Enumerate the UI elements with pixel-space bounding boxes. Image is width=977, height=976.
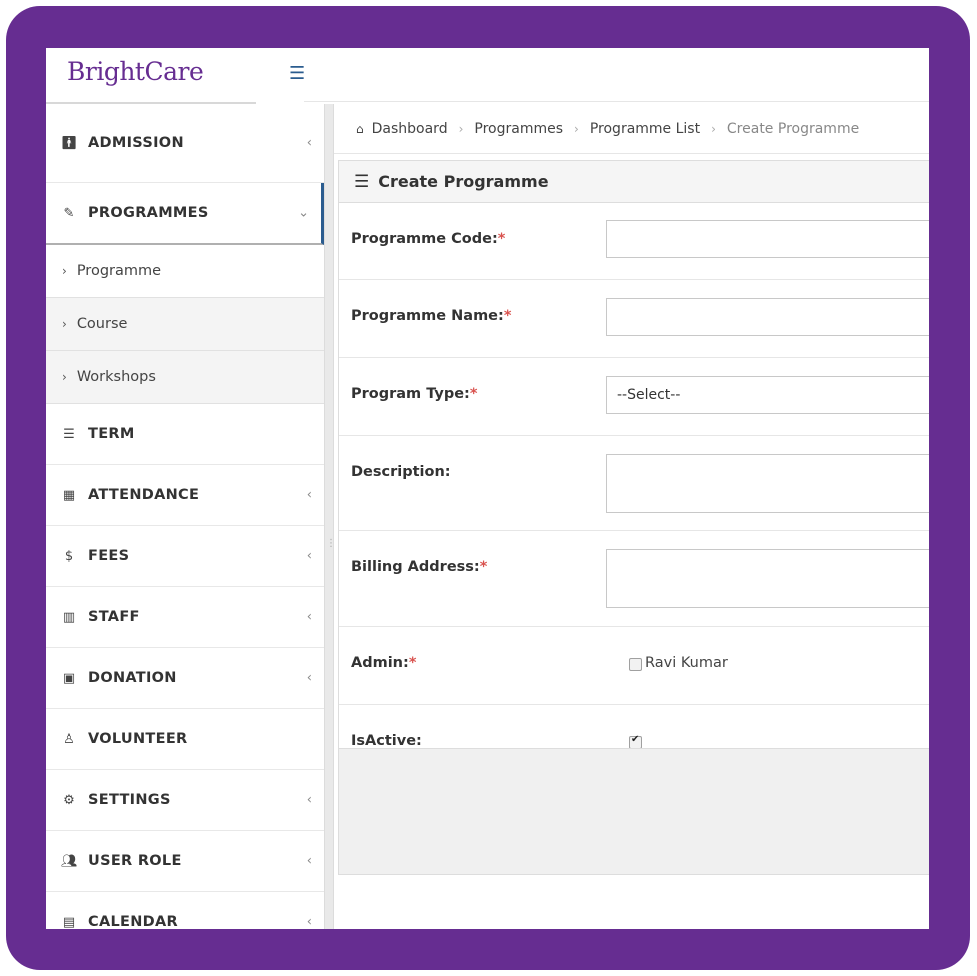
sidebar-item-label: DONATION bbox=[88, 670, 177, 686]
list-icon: ☰ bbox=[63, 426, 75, 442]
sidebar-item-programmes[interactable]: ✎ PROGRAMMES ⌄ bbox=[46, 183, 324, 245]
breadcrumb-current: Create Programme bbox=[726, 120, 860, 137]
dollar-icon: $ bbox=[64, 548, 74, 564]
table-icon: ▦ bbox=[62, 487, 76, 503]
sidebar: 🚹︎ ADMISSION ‹ ✎ PROGRAMMES ⌄ › Programm… bbox=[46, 104, 324, 929]
field-label: Billing Address:* bbox=[351, 559, 488, 575]
bar-chart-icon: ▥ bbox=[62, 609, 76, 625]
field-label: Description: bbox=[351, 464, 451, 480]
panel-header: ☰ Create Programme bbox=[339, 161, 929, 203]
form-row-description: Description: bbox=[339, 436, 929, 531]
sidebar-subitem-programme[interactable]: › Programme bbox=[46, 245, 324, 298]
user-tie-icon: ♙ bbox=[63, 731, 75, 747]
chevron-left-icon: ‹ bbox=[306, 792, 312, 808]
programme-code-input[interactable] bbox=[606, 220, 929, 258]
chevron-left-icon: ‹ bbox=[306, 853, 312, 869]
sidebar-item-label: ADMISSION bbox=[88, 135, 184, 151]
form-row-program-type: Program Type:* --Select-- bbox=[339, 358, 929, 436]
chevron-right-icon: › bbox=[62, 264, 67, 278]
breadcrumb-separator: › bbox=[574, 121, 579, 136]
field-label: Programme Name:* bbox=[351, 308, 512, 324]
sidebar-subitem-workshops[interactable]: › Workshops bbox=[46, 351, 324, 404]
chevron-left-icon: ‹ bbox=[306, 914, 312, 930]
field-label: IsActive: bbox=[351, 733, 422, 749]
field-label: Programme Code:* bbox=[351, 231, 506, 247]
main-content: ⌂ Dashboard › Programmes › Programme Lis… bbox=[334, 104, 929, 929]
sidebar-item-label: VOLUNTEER bbox=[88, 731, 188, 747]
sidebar-item-staff[interactable]: ▥ STAFF ‹ bbox=[46, 587, 324, 648]
app-screen: BrightCare ☰ 🚹︎ ADMISSION ‹ ✎ PROGRAMMES… bbox=[46, 48, 929, 929]
chevron-left-icon: ‹ bbox=[306, 548, 312, 564]
cogs-icon: ⚙ bbox=[63, 792, 75, 808]
users-icon: 👥︎ bbox=[61, 853, 78, 869]
sidebar-item-term[interactable]: ☰ TERM bbox=[46, 404, 324, 465]
sidebar-subitem-label: Course bbox=[76, 316, 128, 332]
create-programme-panel: ☰ Create Programme Programme Code:* Prog… bbox=[338, 160, 929, 875]
breadcrumb-separator: › bbox=[711, 121, 716, 136]
list-icon: ☰ bbox=[354, 171, 370, 192]
chevron-left-icon: ‹ bbox=[306, 135, 312, 151]
chevron-down-icon: ⌄ bbox=[298, 205, 309, 221]
money-icon: ▣ bbox=[62, 670, 76, 686]
chevron-left-icon: ‹ bbox=[306, 670, 312, 686]
sidebar-resize-handle[interactable]: ⋮ bbox=[324, 104, 336, 929]
header-divider bbox=[304, 101, 929, 102]
chevron-left-icon: ‹ bbox=[306, 609, 312, 625]
sidebar-subitem-label: Workshops bbox=[76, 369, 156, 385]
form-row-programme-name: Programme Name:* bbox=[339, 280, 929, 358]
person-icon: 🚹︎ bbox=[61, 135, 78, 151]
billing-address-textarea[interactable] bbox=[606, 549, 929, 608]
hamburger-icon[interactable]: ☰ bbox=[289, 63, 305, 84]
admin-option-label: Ravi Kumar bbox=[645, 655, 728, 671]
breadcrumb: ⌂ Dashboard › Programmes › Programme Lis… bbox=[334, 104, 929, 154]
sidebar-item-donation[interactable]: ▣ DONATION ‹ bbox=[46, 648, 324, 709]
sidebar-item-admission[interactable]: 🚹︎ ADMISSION ‹ bbox=[46, 104, 324, 183]
sidebar-item-label: PROGRAMMES bbox=[88, 205, 209, 221]
chevron-right-icon: › bbox=[62, 370, 67, 384]
admin-ravi-kumar-checkbox[interactable] bbox=[629, 658, 642, 671]
breadcrumb-programmes[interactable]: Programmes bbox=[474, 121, 563, 137]
sidebar-item-fees[interactable]: $ FEES ‹ bbox=[46, 526, 324, 587]
breadcrumb-separator: › bbox=[458, 121, 464, 136]
sidebar-item-label: TERM bbox=[88, 426, 135, 442]
field-label: Admin:* bbox=[351, 655, 417, 671]
panel-footer bbox=[339, 748, 929, 874]
breadcrumb-dashboard[interactable]: Dashboard bbox=[372, 121, 448, 137]
form-row-admin: Admin:* Ravi Kumar bbox=[339, 627, 929, 705]
breadcrumb-programme-list[interactable]: Programme List bbox=[590, 121, 700, 137]
sidebar-subitem-course[interactable]: › Course bbox=[46, 298, 324, 351]
sidebar-item-label: ATTENDANCE bbox=[88, 487, 200, 503]
sidebar-item-label: CALENDAR bbox=[88, 914, 178, 929]
sidebar-subitem-label: Programme bbox=[76, 263, 162, 279]
panel-title: Create Programme bbox=[378, 172, 549, 191]
sidebar-item-label: FEES bbox=[88, 548, 130, 564]
programme-name-input[interactable] bbox=[606, 298, 929, 336]
sidebar-item-label: USER ROLE bbox=[88, 853, 182, 869]
sidebar-item-attendance[interactable]: ▦ ATTENDANCE ‹ bbox=[46, 465, 324, 526]
field-label: Program Type:* bbox=[351, 386, 478, 402]
sidebar-item-label: STAFF bbox=[88, 609, 140, 625]
program-type-select[interactable]: --Select-- bbox=[606, 376, 929, 414]
calendar-icon: ▤ bbox=[62, 914, 76, 930]
form-row-billing-address: Billing Address:* bbox=[339, 531, 929, 627]
chevron-right-icon: › bbox=[62, 317, 67, 331]
sidebar-item-user-role[interactable]: 👥︎ USER ROLE ‹ bbox=[46, 831, 324, 892]
chevron-left-icon: ‹ bbox=[306, 487, 312, 503]
brand-logo[interactable]: BrightCare bbox=[67, 57, 204, 86]
sidebar-item-calendar[interactable]: ▤ CALENDAR ‹ bbox=[46, 892, 324, 929]
sidebar-item-label: SETTINGS bbox=[88, 792, 171, 808]
description-textarea[interactable] bbox=[606, 454, 929, 513]
home-icon[interactable]: ⌂ bbox=[356, 122, 364, 136]
sidebar-item-volunteer[interactable]: ♙ VOLUNTEER bbox=[46, 709, 324, 770]
sidebar-item-settings[interactable]: ⚙ SETTINGS ‹ bbox=[46, 770, 324, 831]
form-row-programme-code: Programme Code:* bbox=[339, 203, 929, 280]
edit-icon: ✎ bbox=[63, 205, 75, 221]
logo-area: BrightCare bbox=[46, 48, 256, 104]
